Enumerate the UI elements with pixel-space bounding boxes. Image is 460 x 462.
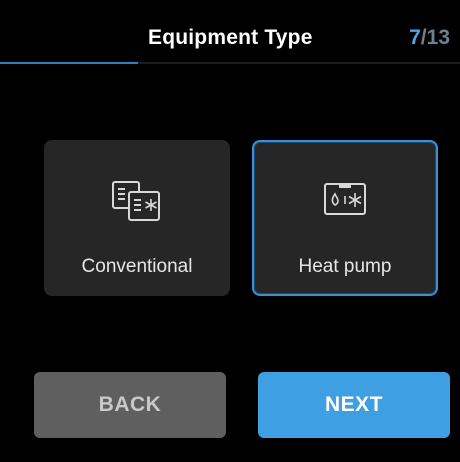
page-title: Equipment Type (148, 26, 313, 49)
conventional-equipment-icon (109, 178, 165, 231)
option-label: Conventional (81, 256, 193, 277)
progress-bar (0, 62, 460, 64)
heat-pump-icon (317, 178, 373, 227)
step-current: 7 (409, 26, 421, 49)
back-button[interactable]: BACK (34, 372, 226, 438)
option-heat-pump[interactable]: Heat pump (252, 140, 438, 296)
option-label: Heat pump (298, 256, 392, 277)
setup-screen: Equipment Type 7/13 Conventional Heat pu… (0, 0, 460, 462)
next-button[interactable]: NEXT (258, 372, 450, 438)
option-conventional[interactable]: Conventional (44, 140, 230, 296)
step-total: 13 (426, 26, 450, 49)
step-counter: 7/13 (409, 26, 450, 50)
progress-fill (0, 62, 138, 64)
header: Equipment Type 7/13 (0, 0, 460, 66)
